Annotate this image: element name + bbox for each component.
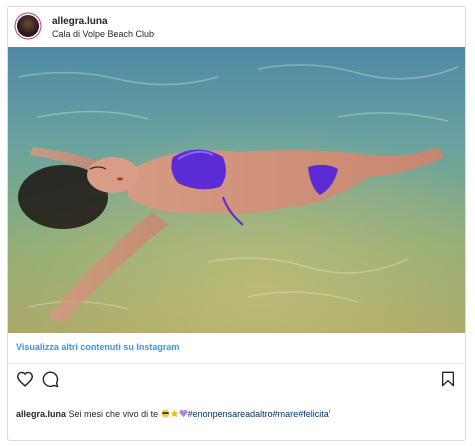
avatar[interactable]: [17, 15, 39, 37]
post-header: allegra.luna Cala di Volpe Beach Club: [8, 7, 465, 47]
caption-username[interactable]: allegra.luna: [16, 409, 66, 419]
post-image[interactable]: [8, 47, 465, 333]
star-emoji-icon: [169, 409, 179, 420]
beach-photo: [8, 47, 465, 333]
caption: allegra.luna Sei mesi che vivo di te #en…: [16, 409, 330, 420]
username[interactable]: allegra.luna: [52, 16, 108, 27]
instagram-embed-card: allegra.luna Cala di Volpe Beach Club Vi…: [7, 6, 466, 441]
location[interactable]: Cala di Volpe Beach Club: [52, 29, 154, 39]
bookmark-icon[interactable]: [441, 371, 455, 387]
comment-icon[interactable]: [42, 371, 59, 388]
view-more-row: Visualizza altri contenuti su Instagram: [8, 333, 465, 364]
caption-text: Sei mesi che vivo di te: [68, 409, 159, 419]
caption-hashtags[interactable]: #enonpensareadaltro#mare#felicita': [188, 409, 331, 419]
view-more-link[interactable]: Visualizza altri contenuti su Instagram: [16, 342, 179, 352]
sunglasses-emoji-icon: [161, 409, 170, 420]
action-bar: [8, 364, 465, 394]
purple-heart-emoji-icon: [179, 409, 188, 420]
heart-icon[interactable]: [16, 371, 34, 387]
